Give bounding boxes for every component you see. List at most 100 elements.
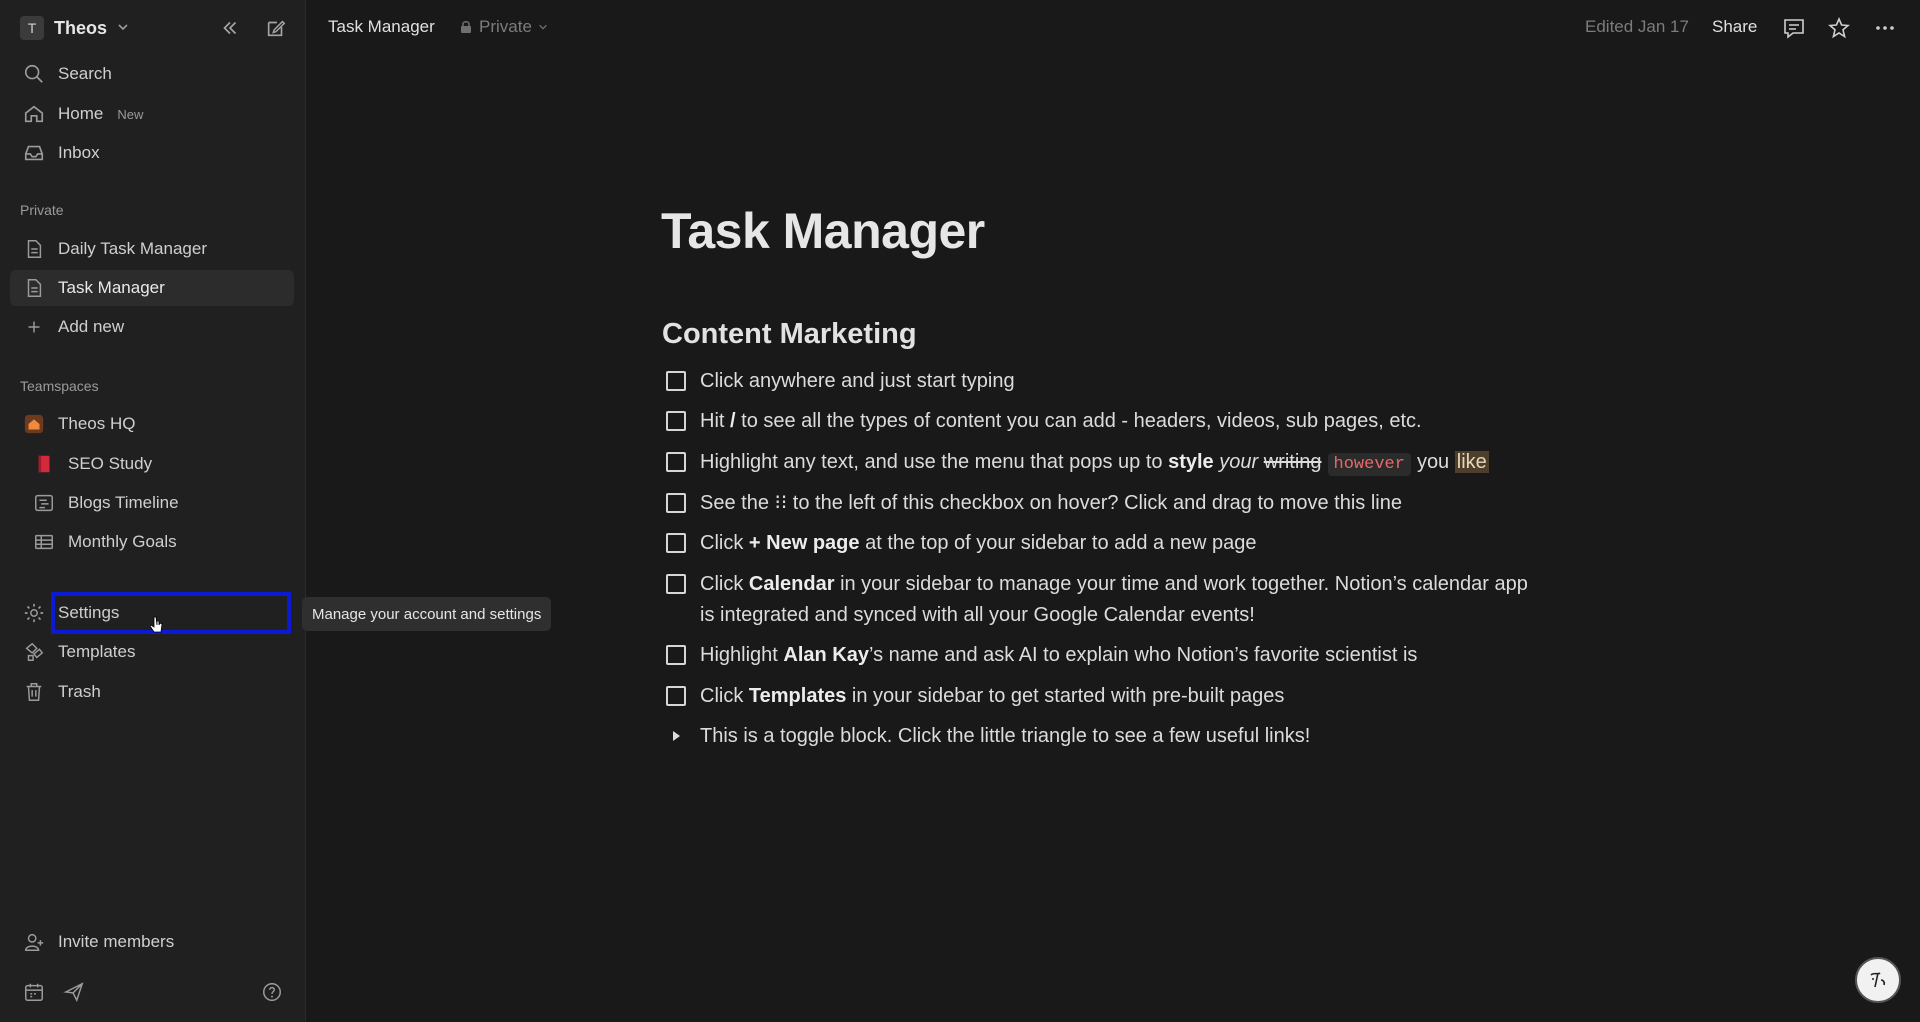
todo-text-highlight: like: [1454, 451, 1489, 473]
teamspace-house-icon: [22, 412, 46, 436]
sidebar-item-add-new[interactable]: Add new: [10, 309, 294, 345]
todo-text-bold: Calendar: [748, 573, 835, 595]
gear-icon: [22, 601, 46, 625]
todo-item[interactable]: Click + New page at the top of your side…: [666, 528, 1566, 559]
todo-checkbox[interactable]: [666, 533, 686, 553]
todo-checkbox[interactable]: [666, 574, 686, 594]
chevron-down-icon: [117, 20, 129, 36]
section-label-teamspaces: Teamspaces: [20, 378, 99, 394]
todo-text: Click: [700, 685, 744, 707]
todo-item[interactable]: Click Templates in your sidebar to get s…: [666, 681, 1566, 712]
sidebar-item-search[interactable]: Search: [10, 56, 294, 92]
mouse-cursor-icon: [150, 616, 163, 633]
comments-icon[interactable]: [1781, 14, 1807, 42]
sidebar-item-seo-study[interactable]: SEO Study: [10, 446, 294, 482]
sidebar-item-label: Inbox: [58, 143, 100, 162]
notion-ai-face-icon: [1870, 972, 1886, 988]
settings-tooltip: Manage your account and settings: [302, 597, 552, 631]
topbar: Task Manager Private Edited Jan 17 Share: [307, 0, 1920, 56]
todo-item[interactable]: Click Calendar in your sidebar to manage…: [666, 569, 1566, 631]
todo-checkbox[interactable]: [666, 686, 686, 706]
sidebar: T Theos Search Home New Inbox Private Da…: [0, 0, 306, 1022]
sidebar-item-label: Monthly Goals: [68, 532, 177, 551]
home-icon: [22, 102, 46, 126]
star-icon[interactable]: [1826, 14, 1852, 42]
toggle-triangle-icon[interactable]: [666, 726, 686, 746]
sidebar-item-daily-task-manager[interactable]: Daily Task Manager: [10, 231, 294, 267]
new-page-icon[interactable]: [264, 14, 288, 42]
help-assistant-button[interactable]: [1855, 957, 1901, 1003]
page-icon: [22, 276, 46, 300]
sidebar-item-task-manager[interactable]: Task Manager: [10, 270, 294, 306]
edited-timestamp: Edited Jan 17: [1585, 17, 1689, 36]
workspace-name: Theos: [54, 17, 108, 38]
todo-text: Highlight any text, and use the menu tha…: [700, 451, 1163, 473]
todo-text: Click: [700, 573, 744, 595]
todo-text-bold: Alan Kay: [783, 644, 869, 666]
sidebar-item-label: Daily Task Manager: [58, 239, 207, 258]
sidebar-item-label: Search: [58, 64, 112, 83]
sidebar-item-label: Add new: [58, 317, 125, 336]
privacy-selector[interactable]: Private: [459, 17, 548, 37]
sidebar-item-label: Templates: [58, 642, 136, 661]
sidebar-item-inbox[interactable]: Inbox: [10, 135, 294, 171]
share-button[interactable]: Share: [1712, 17, 1757, 37]
inbox-icon: [22, 141, 46, 165]
sidebar-item-label: Home: [58, 104, 104, 123]
plus-icon: [22, 315, 46, 339]
sidebar-item-blogs-timeline[interactable]: Blogs Timeline: [10, 485, 294, 521]
todo-text-italic: your: [1219, 451, 1259, 473]
workspace-avatar: T: [20, 16, 44, 40]
page-icon: [22, 237, 46, 261]
todo-text-bold: style: [1168, 451, 1214, 473]
workspace-switcher[interactable]: T Theos: [20, 14, 129, 42]
todo-text-strikethrough: writing: [1263, 451, 1322, 473]
table-icon: [32, 530, 56, 554]
todo-text-bold: /: [730, 410, 736, 432]
todo-inline-code: however: [1327, 453, 1411, 476]
todo-text: Click: [700, 532, 744, 554]
toggle-text: This is a toggle block. Click the little…: [700, 725, 1311, 747]
page-title[interactable]: Task Manager: [661, 202, 985, 260]
calendar-icon[interactable]: [22, 978, 46, 1006]
more-options-icon[interactable]: [1872, 14, 1898, 42]
sidebar-item-templates[interactable]: Templates: [10, 634, 294, 670]
todo-item[interactable]: Highlight any text, and use the menu tha…: [666, 447, 1566, 480]
sidebar-item-label: Invite members: [58, 932, 175, 951]
section-heading[interactable]: Content Marketing: [662, 318, 917, 351]
sidebar-item-label: SEO Study: [68, 454, 153, 473]
todo-checkbox[interactable]: [666, 493, 686, 513]
todo-text: Highlight: [700, 644, 778, 666]
sidebar-item-trash[interactable]: Trash: [10, 674, 294, 710]
todo-item[interactable]: Hit / to see all the types of content yo…: [666, 406, 1566, 437]
todo-text: See the ⁝⁝ to the left of this checkbox …: [700, 492, 1402, 514]
todo-item[interactable]: See the ⁝⁝ to the left of this checkbox …: [666, 488, 1566, 519]
invite-user-icon: [22, 930, 46, 954]
sidebar-item-home[interactable]: Home New: [10, 96, 294, 132]
toggle-block[interactable]: This is a toggle block. Click the little…: [666, 721, 1566, 752]
todo-text: ’s name and ask AI to explain who Notion…: [868, 644, 1418, 666]
collapse-sidebar-icon[interactable]: [218, 14, 242, 42]
todo-text: you: [1416, 451, 1450, 473]
sidebar-item-label: Trash: [58, 682, 101, 701]
todo-checkbox[interactable]: [666, 452, 686, 472]
sidebar-item-invite-members[interactable]: Invite members: [10, 924, 294, 960]
todo-item[interactable]: Click anywhere and just start typing: [666, 366, 1566, 397]
todo-checkbox[interactable]: [666, 645, 686, 665]
todo-checkbox[interactable]: [666, 411, 686, 431]
trash-icon: [22, 680, 46, 704]
send-icon[interactable]: [62, 978, 86, 1006]
settings-highlight-box: [51, 592, 291, 634]
sidebar-item-theos-hq[interactable]: Theos HQ: [10, 406, 294, 442]
todo-text: Hit: [700, 410, 725, 432]
todo-text: to see all the types of content you can …: [741, 410, 1422, 432]
todo-item[interactable]: Highlight Alan Kay’s name and ask AI to …: [666, 640, 1566, 671]
sidebar-item-label: Task Manager: [58, 278, 165, 297]
todo-checkbox[interactable]: [666, 371, 686, 391]
red-book-icon: [32, 452, 56, 476]
chevron-down-icon: [539, 24, 547, 30]
todo-text-bold: + New page: [748, 532, 860, 554]
sidebar-item-monthly-goals[interactable]: Monthly Goals: [10, 524, 294, 560]
breadcrumb-page-title[interactable]: Task Manager: [328, 17, 435, 37]
help-icon[interactable]: [260, 978, 284, 1006]
